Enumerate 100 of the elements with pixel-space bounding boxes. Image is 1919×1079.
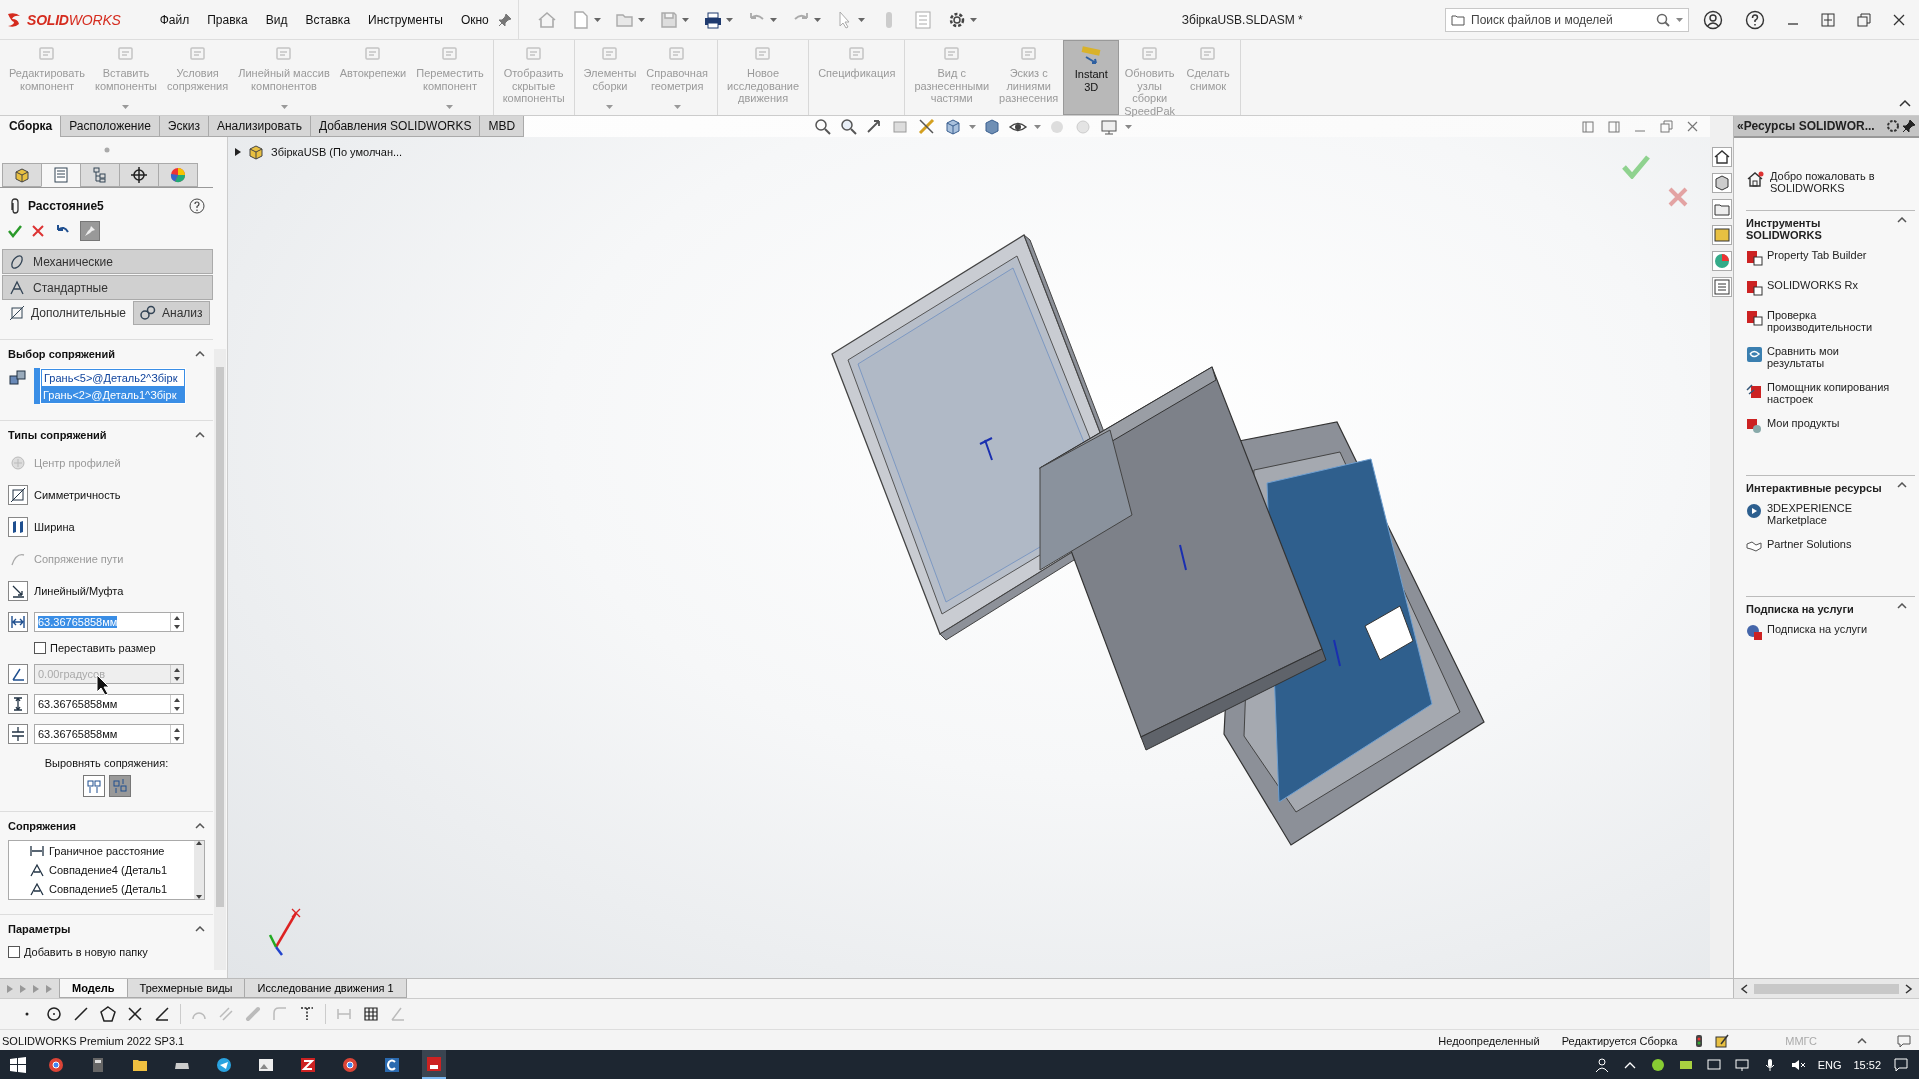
calculator-icon[interactable] bbox=[90, 1056, 106, 1073]
pin-button[interactable] bbox=[80, 221, 100, 241]
mate-list-item[interactable]: Граничное расстояние bbox=[9, 841, 194, 860]
language-indicator[interactable]: ENG bbox=[1817, 1058, 1842, 1071]
align-button[interactable] bbox=[82, 775, 105, 797]
link[interactable]: Мои продукты bbox=[1767, 417, 1840, 429]
scroll-left-icon[interactable] bbox=[1740, 983, 1748, 994]
command-tab[interactable]: Анализировать bbox=[207, 116, 311, 137]
clock[interactable]: 15:52 bbox=[1853, 1058, 1881, 1071]
paper-plane-icon[interactable] bbox=[216, 1056, 232, 1073]
confirm-check-icon[interactable] bbox=[1622, 155, 1650, 179]
command-tab[interactable]: Сборка bbox=[0, 116, 62, 137]
link[interactable]: Подписка на услуги bbox=[1767, 623, 1868, 635]
panel-left-icon[interactable] bbox=[1582, 120, 1594, 133]
link[interactable]: 3DEXPERIENCE Marketplace bbox=[1767, 502, 1897, 526]
spin-down-icon[interactable] bbox=[174, 624, 180, 629]
document-tab[interactable]: Модель bbox=[59, 979, 128, 998]
box-icon[interactable] bbox=[1711, 173, 1732, 193]
ribbon-button[interactable]: Instant 3D bbox=[1063, 40, 1120, 115]
scrollbar-thumb[interactable] bbox=[1754, 983, 1899, 994]
pin-icon[interactable] bbox=[1902, 119, 1916, 133]
sw-app-icon[interactable] bbox=[426, 1055, 442, 1072]
display-icon[interactable] bbox=[1705, 1056, 1722, 1073]
help-icon[interactable] bbox=[1745, 9, 1765, 30]
scroll-up-icon[interactable] bbox=[196, 841, 202, 845]
collapse-icon[interactable] bbox=[1899, 99, 1911, 107]
c-app-icon[interactable] bbox=[384, 1056, 400, 1073]
number-field[interactable]: 63.36765858мм bbox=[34, 724, 184, 744]
network-icon[interactable] bbox=[1733, 1056, 1750, 1073]
list-item[interactable]: Грань<5>@Деталь2^Збірк bbox=[41, 369, 185, 387]
tile-icon[interactable] bbox=[1821, 12, 1835, 27]
mate-tab[interactable]: Анализ bbox=[133, 301, 210, 325]
command-tab[interactable]: Расположение bbox=[60, 116, 160, 137]
scroll-right-icon[interactable] bbox=[1905, 983, 1913, 994]
annotation-icon[interactable] bbox=[1715, 1033, 1730, 1048]
menu-item[interactable]: Файл bbox=[150, 9, 199, 30]
collapse-icon[interactable] bbox=[195, 432, 205, 438]
pin-icon[interactable] bbox=[497, 12, 512, 27]
command-tab[interactable]: Эскиз bbox=[158, 116, 209, 137]
mate-group-bar[interactable]: Механические bbox=[2, 249, 213, 274]
palette-icon[interactable] bbox=[1711, 225, 1732, 245]
link[interactable]: Property Tab Builder bbox=[1767, 249, 1867, 261]
picture-viewer-icon[interactable] bbox=[258, 1056, 274, 1073]
grid-icon[interactable] bbox=[362, 1005, 380, 1023]
selection-list[interactable]: Грань<5>@Деталь2^Збірк Грань<2>@Деталь1^Збірк bbox=[34, 368, 186, 404]
user-icon[interactable] bbox=[1703, 9, 1723, 30]
polygon-icon[interactable] bbox=[99, 1005, 117, 1023]
browser-icon[interactable] bbox=[342, 1056, 358, 1073]
spin-up-icon[interactable] bbox=[174, 615, 180, 620]
home-icon[interactable] bbox=[1711, 147, 1732, 167]
spin-down-icon[interactable] bbox=[174, 706, 180, 711]
collapse-icon[interactable] bbox=[195, 926, 205, 932]
align-button[interactable] bbox=[108, 775, 131, 797]
mate-group-bar[interactable]: Стандартные bbox=[2, 275, 213, 300]
tree-item[interactable]: ЗбіркаUSB (По умолчан... bbox=[271, 146, 403, 158]
status-icon[interactable] bbox=[1649, 1056, 1666, 1073]
circle-icon[interactable] bbox=[45, 1005, 63, 1023]
help-icon[interactable] bbox=[189, 198, 205, 214]
ftp-icon[interactable] bbox=[300, 1056, 316, 1073]
link[interactable]: Partner Solutions bbox=[1767, 538, 1852, 550]
menu-item[interactable]: Вставка bbox=[296, 9, 360, 30]
mate-type-option[interactable]: Линейный/Муфта bbox=[0, 575, 213, 607]
search-field[interactable]: Поиск файлов и моделей bbox=[1445, 7, 1689, 32]
mate-list-item[interactable]: Совпадение4 (Деталь1 bbox=[9, 860, 194, 879]
windows-start-icon[interactable] bbox=[10, 1056, 26, 1073]
restore-icon[interactable] bbox=[1857, 12, 1871, 27]
close-icon[interactable] bbox=[1893, 13, 1905, 26]
list-icon[interactable] bbox=[1711, 277, 1732, 297]
mate-type-option[interactable]: Ширина bbox=[0, 511, 213, 543]
link[interactable]: Проверка производительности bbox=[1767, 309, 1897, 333]
person-icon[interactable] bbox=[1593, 1056, 1610, 1073]
collapse-icon[interactable] bbox=[195, 823, 205, 829]
collapse-icon[interactable] bbox=[195, 351, 205, 357]
command-tab[interactable]: MBD bbox=[479, 116, 525, 137]
panel-right-icon[interactable] bbox=[1608, 120, 1620, 133]
panel-tab[interactable] bbox=[119, 163, 159, 187]
mate-list-item[interactable]: Совпадение5 (Деталь1 bbox=[9, 879, 194, 898]
scrollbar-thumb[interactable] bbox=[216, 367, 224, 907]
line-icon[interactable] bbox=[72, 1005, 90, 1023]
search-icon[interactable] bbox=[1656, 12, 1670, 27]
color-sphere-icon[interactable] bbox=[1711, 251, 1732, 271]
rebuild-icon[interactable] bbox=[1695, 1033, 1704, 1048]
collapse-icon[interactable] bbox=[1897, 482, 1907, 488]
menu-item[interactable]: Окно bbox=[451, 9, 498, 30]
menu-item[interactable]: Инструменты bbox=[359, 9, 452, 30]
printer-icon[interactable] bbox=[702, 9, 723, 30]
restore-icon[interactable] bbox=[1660, 120, 1673, 133]
notifications-icon[interactable] bbox=[1893, 1056, 1909, 1073]
link[interactable]: Сравнить мои результаты bbox=[1767, 345, 1897, 369]
checkbox[interactable]: Переставить размер bbox=[0, 637, 164, 659]
checkbox[interactable]: Добавить в новую папку bbox=[0, 941, 156, 963]
menu-item[interactable]: Правка bbox=[198, 9, 257, 30]
document-tab[interactable]: Трехмерные виды bbox=[126, 979, 246, 998]
spin-up-icon[interactable] bbox=[174, 697, 180, 702]
comment-icon[interactable] bbox=[1897, 1033, 1911, 1048]
mate-type-option[interactable]: Симметричность bbox=[0, 479, 213, 511]
menu-item[interactable]: Вид bbox=[256, 9, 297, 30]
dashed-line-icon[interactable] bbox=[298, 1005, 316, 1023]
cancel-icon[interactable] bbox=[32, 225, 44, 237]
spin-down-icon[interactable] bbox=[174, 736, 180, 741]
